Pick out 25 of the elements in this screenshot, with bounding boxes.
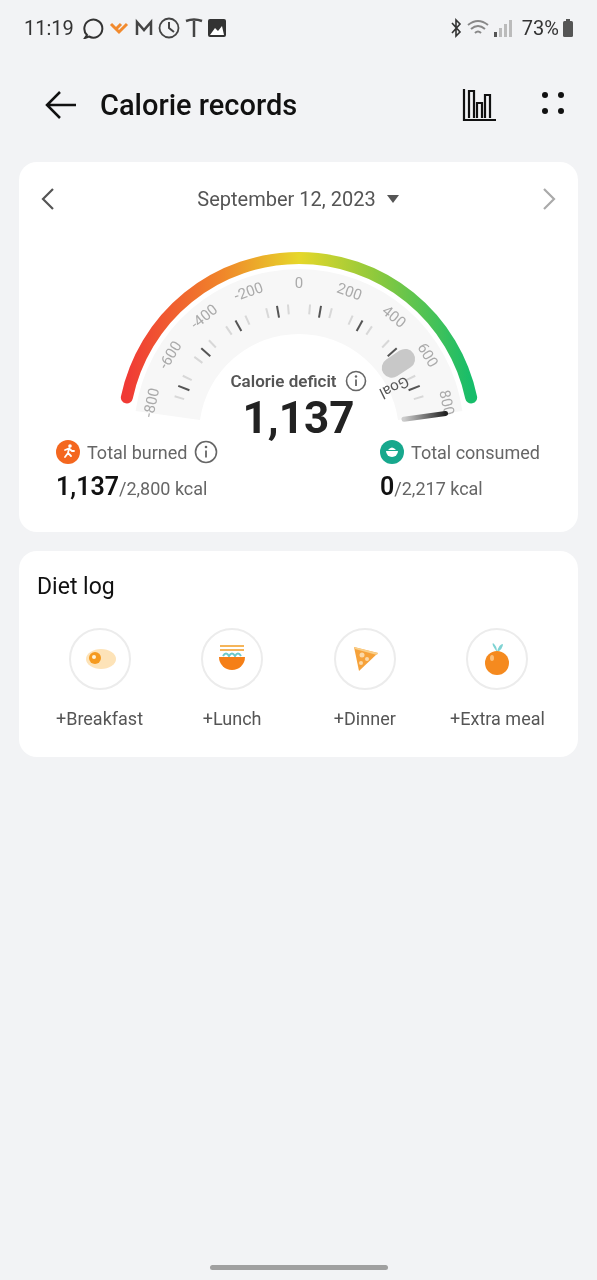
scale-label: 600 (413, 339, 442, 371)
deficit-label: Calorie deficit (230, 371, 337, 391)
total-label: Total consumed (411, 441, 540, 463)
date-picker[interactable]: September 12, 2023 (197, 187, 400, 211)
scale-label: -200 (231, 278, 265, 306)
battery-level: 73% (521, 16, 559, 40)
total-value: 1,137 (56, 472, 119, 501)
total-value: 0 (380, 472, 395, 501)
add-meal-button[interactable]: +Lunch (169, 628, 295, 729)
section-title: Diet log (37, 573, 116, 600)
scale-label: -400 (186, 300, 221, 333)
scale-label: -800 (138, 386, 163, 419)
scale-label: 200 (334, 278, 364, 305)
page-title: Calorie records (100, 88, 299, 122)
status-time: 11:19 (24, 16, 74, 40)
add-meal-button[interactable]: +Extra meal (434, 628, 560, 729)
scale-label: 400 (378, 301, 410, 332)
total-label: Total burned (87, 441, 188, 463)
add-meal-button[interactable]: +Dinner (302, 628, 428, 729)
total-goal: /2,217 kcal (394, 478, 483, 499)
add-meal-button[interactable]: +Breakfast (37, 628, 162, 729)
scale-label: 0 (294, 273, 303, 292)
deficit-value: 1,137 (242, 394, 355, 442)
total-goal: /2,800 kcal (119, 478, 208, 499)
goal-label: Goal (376, 372, 412, 403)
